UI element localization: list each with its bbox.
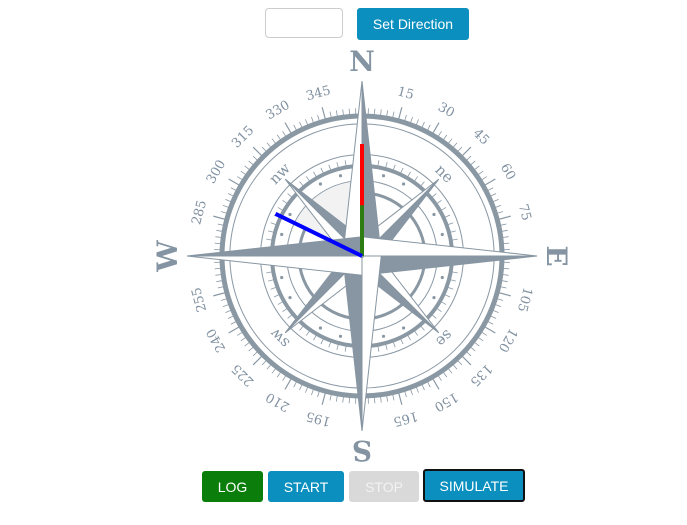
degree-label: 60 <box>497 161 518 183</box>
ring-dot <box>401 326 406 330</box>
inner-tick <box>419 324 425 331</box>
inner-tick <box>299 181 305 188</box>
degree-tick <box>431 376 440 390</box>
ring-dot <box>318 326 323 330</box>
degree-label: 120 <box>495 325 520 354</box>
degree-label: 285 <box>189 199 210 227</box>
degree-label: 30 <box>435 100 457 121</box>
ring-dot <box>318 182 323 186</box>
stop-button[interactable]: STOP <box>349 471 419 502</box>
cardinal-label: E <box>540 245 573 266</box>
ring-dot <box>288 295 292 300</box>
cardinal-label: S <box>352 434 372 467</box>
inner-tick <box>299 324 305 331</box>
cardinal-label: W <box>151 240 184 273</box>
inner-tick <box>419 181 425 188</box>
degree-label: 240 <box>204 325 229 354</box>
degree-label: 330 <box>263 98 292 123</box>
degree-label: 105 <box>514 286 535 314</box>
ring-dot <box>401 182 406 186</box>
degree-label: 315 <box>229 123 257 151</box>
log-button[interactable]: LOG <box>202 471 263 502</box>
set-direction-button[interactable]: Set Direction <box>357 8 469 40</box>
inner-tick <box>287 313 294 319</box>
compass-rose: 15 30 4560 75 105 120135 150 165 195 210225240 255… <box>151 48 573 467</box>
ring-dot <box>432 295 436 300</box>
ring-dot <box>432 212 436 217</box>
ring-dot <box>440 232 444 237</box>
ring-dot <box>280 275 284 280</box>
degree-label: 195 <box>305 408 333 429</box>
degree-tick <box>252 146 264 158</box>
degree-tick <box>482 178 496 187</box>
degree-tick <box>284 376 293 390</box>
degree-label: 345 <box>305 83 333 104</box>
degree-label: 255 <box>189 286 210 314</box>
inner-tick <box>430 193 437 199</box>
ring-dot <box>381 174 386 178</box>
ring-dot <box>338 174 343 178</box>
ring-dot <box>280 232 284 237</box>
degree-tick <box>482 325 496 334</box>
degree-tick <box>228 325 242 334</box>
simulate-button[interactable]: SIMULATE <box>423 469 525 502</box>
degree-label: 150 <box>431 389 460 414</box>
top-controls: Set Direction <box>0 0 687 48</box>
degree-tick <box>460 354 472 366</box>
inner-tick <box>430 313 437 319</box>
degree-tick <box>431 122 440 136</box>
degree-label: 165 <box>392 408 420 429</box>
degree-label: 45 <box>470 126 492 148</box>
degree-label: 135 <box>467 361 495 389</box>
degree-label: 225 <box>229 361 257 389</box>
degree-label: 300 <box>204 157 229 186</box>
degree-label: 15 <box>396 84 416 103</box>
degree-label: 210 <box>263 389 292 414</box>
degree-tick <box>460 146 472 158</box>
ring-dot <box>381 334 386 338</box>
degree-tick <box>284 122 293 136</box>
start-button[interactable]: START <box>268 471 344 502</box>
cardinal-label: N <box>349 48 375 78</box>
ring-dot <box>440 275 444 280</box>
ring-dot <box>338 334 343 338</box>
direction-input[interactable] <box>265 8 343 38</box>
degree-tick <box>252 354 264 366</box>
degree-tick <box>228 178 242 187</box>
degree-label: 75 <box>515 203 534 223</box>
inner-tick <box>287 193 294 199</box>
ring-dot <box>288 212 292 217</box>
